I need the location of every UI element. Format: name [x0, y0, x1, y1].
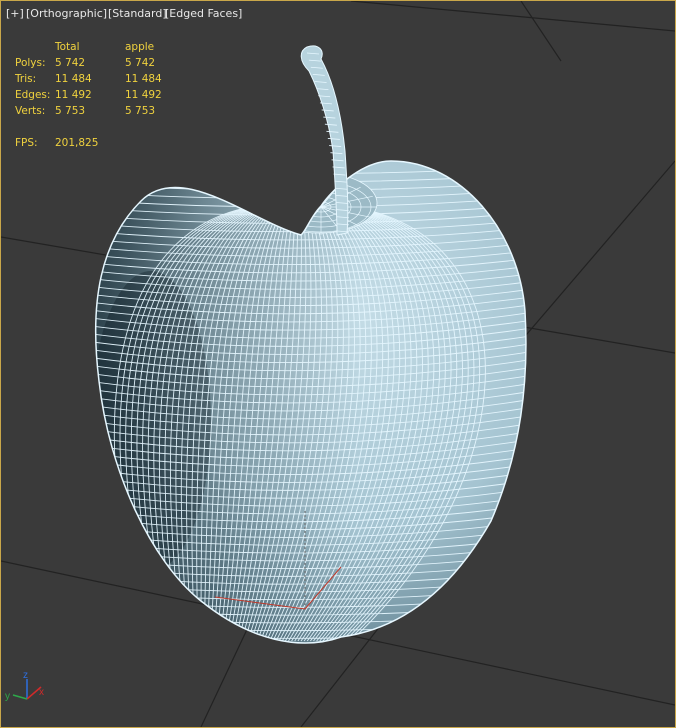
stats-header-total: Total — [55, 41, 80, 53]
view-type-label[interactable]: [Orthographic] — [26, 7, 107, 20]
axis-z-label: z — [23, 670, 28, 681]
stats-total: 11 492 — [55, 89, 92, 101]
viewport-menu-button[interactable]: [+] — [6, 7, 24, 20]
stats-label: Polys: — [15, 57, 46, 69]
stats-label: Edges: — [15, 89, 51, 101]
stats-total: 5 742 — [55, 57, 86, 69]
fps-label: FPS: — [15, 137, 38, 149]
stats-header-object: apple — [125, 41, 155, 53]
fps-value: 201,825 — [55, 137, 99, 149]
axis-tripod: z x y — [5, 670, 44, 702]
axis-x-label: x — [39, 687, 44, 698]
stats-total: 5 753 — [55, 105, 86, 117]
stats-label: Tris: — [15, 73, 37, 85]
stats-object: 5 742 — [125, 57, 156, 69]
axis-y-label: y — [5, 691, 10, 702]
apple-mesh[interactable] — [71, 151, 561, 671]
viewport[interactable]: z x y [+] [Orthographic] [Standard] [Edg… — [0, 0, 676, 728]
stats-object: 11 492 — [125, 89, 162, 101]
edged-faces-label[interactable]: [Edged Faces] — [165, 7, 242, 20]
stats-object: 11 484 — [125, 73, 162, 85]
stats-total: 11 484 — [55, 73, 92, 85]
stats-object: 5 753 — [125, 105, 156, 117]
stats-label: Verts: — [15, 105, 46, 117]
viewport-scene[interactable]: z x y — [1, 1, 675, 727]
shading-mode-label[interactable]: [Standard] — [108, 7, 167, 20]
